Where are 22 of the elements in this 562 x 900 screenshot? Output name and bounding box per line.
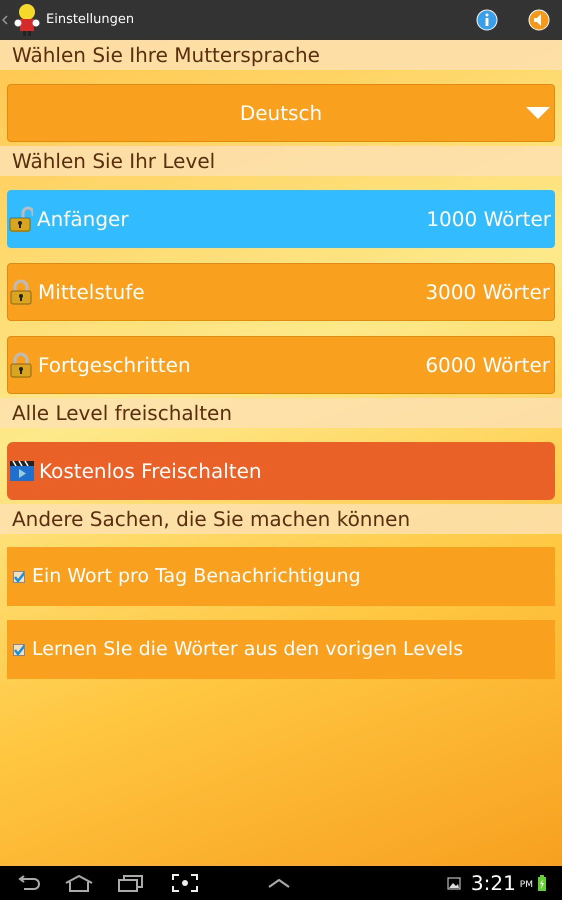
language-dropdown[interactable]: Deutsch <box>7 84 555 142</box>
option-label: Lernen SIe die Wörter aus den vorigen Levels <box>32 637 464 662</box>
clock-ampm: PM <box>520 879 533 892</box>
level-option[interactable]: Anfänger 1000 Wörter <box>7 190 555 248</box>
section-header: Andere Sachen, die Sie machen können <box>0 504 562 534</box>
word-count: 6000 Wörter <box>425 352 550 379</box>
section-header: Wählen Sie Ihr Level <box>0 146 562 176</box>
clock-time: 3:21 <box>470 870 516 897</box>
option-row[interactable]: Ein Wort pro Tag Benachrichtigung <box>7 547 555 606</box>
word-count: 3000 Wörter <box>425 279 550 306</box>
window-title: Einstellungen <box>46 11 134 30</box>
section-header: Wählen Sie Ihre Muttersprache <box>0 40 562 70</box>
option-row[interactable]: Lernen SIe die Wörter aus den vorigen Levels <box>7 620 555 679</box>
level-name: Fortgeschritten <box>38 352 192 379</box>
level-name: Mittelstufe <box>38 279 146 306</box>
word-count: 1000 Wörter <box>426 206 551 233</box>
free-unlock-button[interactable]: Kostenlos Freischalten <box>7 442 555 500</box>
level-option[interactable]: Mittelstufe 3000 Wörter <box>7 263 555 321</box>
level-option[interactable]: Fortgeschritten 6000 Wörter <box>7 336 555 394</box>
section-header: Alle Level freischalten <box>0 398 562 428</box>
option-label: Ein Wort pro Tag Benachrichtigung <box>32 564 361 590</box>
level-name: Anfänger <box>37 206 130 233</box>
